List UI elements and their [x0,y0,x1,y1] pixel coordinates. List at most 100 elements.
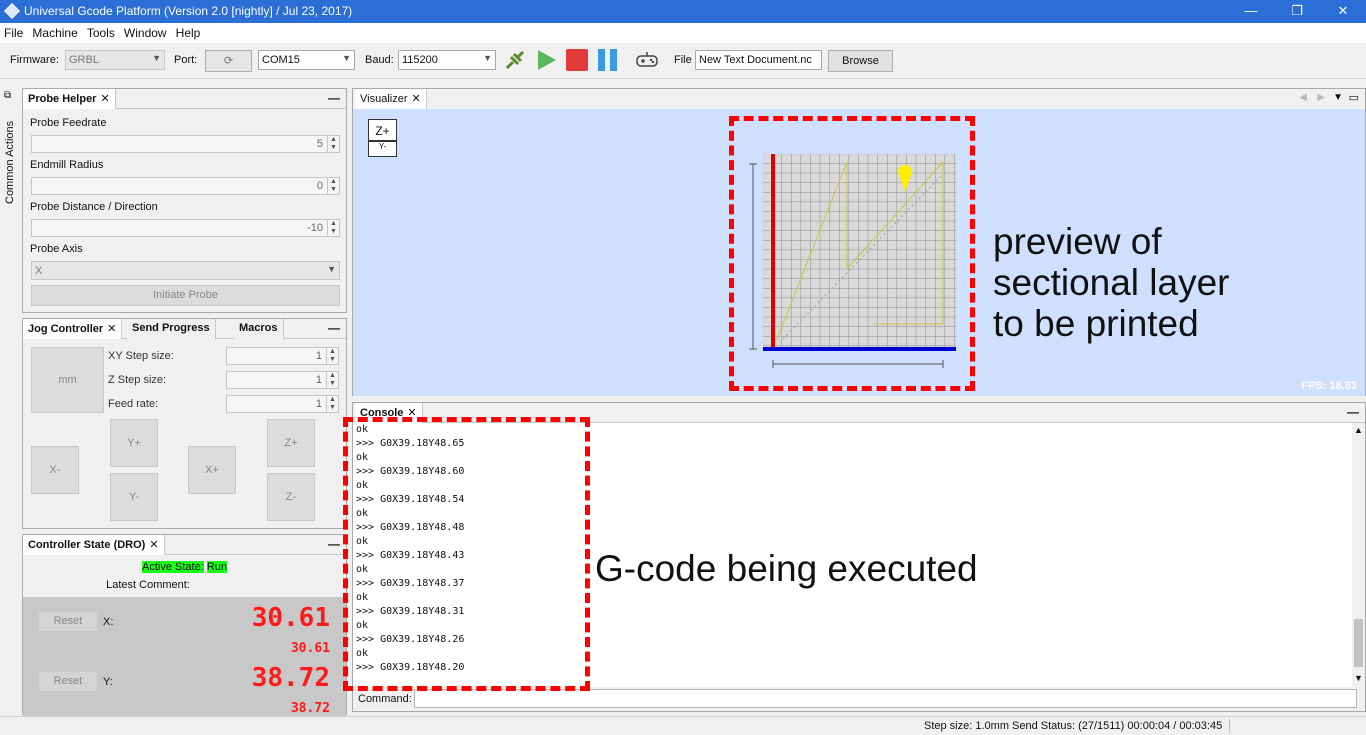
spinner-arrows-icon[interactable]: ▲ ▼ [326,396,338,412]
minimize-icon[interactable]: — [328,91,340,105]
restore-group-icon[interactable]: ⧉ [4,90,11,101]
visualizer-panel: Visualizer ✕ ◀ ▶ ▼ ▭ Z+ Y- FPS: 18.83 pr… [352,88,1366,396]
menu-tools[interactable]: Tools [83,23,117,40]
file-field[interactable]: New Text Document.nc [695,50,822,70]
tab-macros[interactable]: Macros [234,319,284,339]
probe-axis-select[interactable]: X ▼ [31,261,340,280]
jog-y-minus-button[interactable]: Y- [110,473,158,521]
port-select[interactable]: COM15 ▼ [258,50,355,70]
console-highlight-box [343,417,590,691]
jog-x-minus-button[interactable]: X- [31,446,79,494]
play-icon[interactable] [534,48,558,72]
endmill-radius-spinner[interactable]: 0 ▲ ▼ [31,177,340,195]
menu-file[interactable]: File [0,23,25,40]
scroll-up-icon[interactable]: ▲ [1354,425,1363,435]
close-icon[interactable]: ✕ [100,93,109,105]
spinner-arrows-icon[interactable]: ▲ ▼ [326,348,338,364]
tab-visualizer[interactable]: Visualizer ✕ [355,89,427,109]
feed-rate-label: Feed rate: [108,398,159,410]
common-actions-tab[interactable]: Common Actions [4,121,16,204]
jog-z-minus-button[interactable]: Z- [267,473,315,521]
initiate-probe-button[interactable]: Initiate Probe [31,285,340,306]
visualizer-annotation: preview of sectional layer to be printed [993,221,1230,344]
spinner-arrows-icon[interactable]: ▲ ▼ [327,136,339,152]
latest-comment-label: Latest Comment: [106,579,190,591]
port-label: Port: [174,54,198,66]
probe-feedrate-value: 5 [316,138,323,150]
reset-y-button[interactable]: Reset [38,671,98,692]
scroll-right-icon[interactable]: ▶ [1317,92,1325,103]
refresh-icon: ⟳ [223,55,234,67]
scroll-down-icon[interactable]: ▼ [1354,673,1363,683]
close-icon[interactable]: ✕ [412,93,421,105]
close-icon[interactable]: ✕ [149,539,158,551]
stop-icon[interactable] [565,48,589,72]
probe-feedrate-label: Probe Feedrate [30,117,107,129]
xy-step-spinner[interactable]: 1 ▲ ▼ [226,347,339,365]
firmware-label: Firmware: [10,54,59,66]
probe-feedrate-spinner[interactable]: 5 ▲ ▼ [31,135,340,153]
minimize-button[interactable]: — [1228,0,1274,23]
minimize-icon[interactable]: — [328,537,340,551]
reset-x-button[interactable]: Reset [38,611,98,632]
tab-list-icon[interactable]: ▼ [1333,92,1343,103]
x-axis-label: X: [103,616,114,628]
baud-select[interactable]: 115200 ▼ [398,50,496,70]
tab-send-progress[interactable]: Send Progress [127,319,216,339]
menu-help[interactable]: Help [172,23,203,40]
pause-icon[interactable] [596,48,620,72]
tab-jog-controller[interactable]: Jog Controller ✕ [23,319,123,339]
console-scrollbar[interactable]: ▲ ▼ [1352,423,1365,687]
xy-step-label: XY Step size: [108,350,174,362]
visualizer-tab-header: Visualizer ✕ ◀ ▶ ▼ ▭ [353,89,1365,109]
probe-distance-label: Probe Distance / Direction [30,201,158,213]
jog-x-plus-button[interactable]: X+ [188,446,236,494]
dro-display: Reset X: 30.61 30.61 Reset Y: 38.72 38.7… [23,597,346,716]
fps-readout: FPS: 18.83 [1301,380,1357,392]
restore-button[interactable]: ❐ [1274,0,1320,23]
menu-bar: File Machine Tools Window Help [0,23,1366,43]
probe-axis-label: Probe Axis [30,243,83,255]
orientation-cube[interactable]: Z+ Y- [368,119,397,157]
firmware-value: GRBL [69,54,99,66]
port-value: COM15 [262,54,300,66]
probe-tab-header: Probe Helper ✕ — [23,89,346,109]
feed-rate-value: 1 [315,398,322,410]
firmware-select[interactable]: GRBL ▼ [65,50,165,70]
tab-controller-state[interactable]: Controller State (DRO) ✕ [23,535,165,555]
chevron-down-icon: ▼ [152,53,161,63]
jog-z-plus-button[interactable]: Z+ [267,419,315,467]
feed-rate-spinner[interactable]: 1 ▲ ▼ [226,395,339,413]
annotation-line: to be printed [993,303,1199,344]
z-plus-face: Z+ [369,120,396,142]
endmill-radius-value: 0 [316,180,323,192]
status-text: Step size: 1.0mm Send Status: (27/1511) … [924,720,1223,732]
probe-distance-value: -10 [307,222,323,234]
spinner-arrows-icon[interactable]: ▲ ▼ [327,220,339,236]
spinner-arrows-icon[interactable]: ▲ ▼ [326,372,338,388]
tab-probe-helper[interactable]: Probe Helper ✕ [23,89,116,109]
app-icon [4,3,20,19]
scrollbar-thumb[interactable] [1354,619,1363,667]
jog-y-plus-button[interactable]: Y+ [110,419,158,467]
close-icon[interactable]: ✕ [107,323,116,335]
menu-window[interactable]: Window [120,23,169,40]
maximize-icon[interactable]: ▭ [1349,91,1359,104]
spinner-arrows-icon[interactable]: ▲ ▼ [327,178,339,194]
connect-plug-icon[interactable] [503,48,527,72]
scroll-left-icon[interactable]: ◀ [1299,92,1307,103]
probe-distance-spinner[interactable]: -10 ▲ ▼ [31,219,340,237]
minimize-icon[interactable]: — [1347,405,1359,419]
command-input[interactable] [414,689,1357,708]
browse-button[interactable]: Browse [828,50,893,72]
units-button[interactable]: mm [31,347,104,413]
visualizer-canvas[interactable]: Z+ Y- FPS: 18.83 preview of sectional la… [353,109,1365,396]
close-window-button[interactable]: ✕ [1320,0,1366,23]
menu-machine[interactable]: Machine [28,23,79,40]
console-annotation: G-code being executed [595,548,978,589]
minimize-icon[interactable]: — [328,321,340,335]
gamepad-icon[interactable] [635,48,659,72]
refresh-ports-button[interactable]: ⟳ [205,50,252,72]
z-step-spinner[interactable]: 1 ▲ ▼ [226,371,339,389]
file-value: New Text Document.nc [699,54,812,66]
